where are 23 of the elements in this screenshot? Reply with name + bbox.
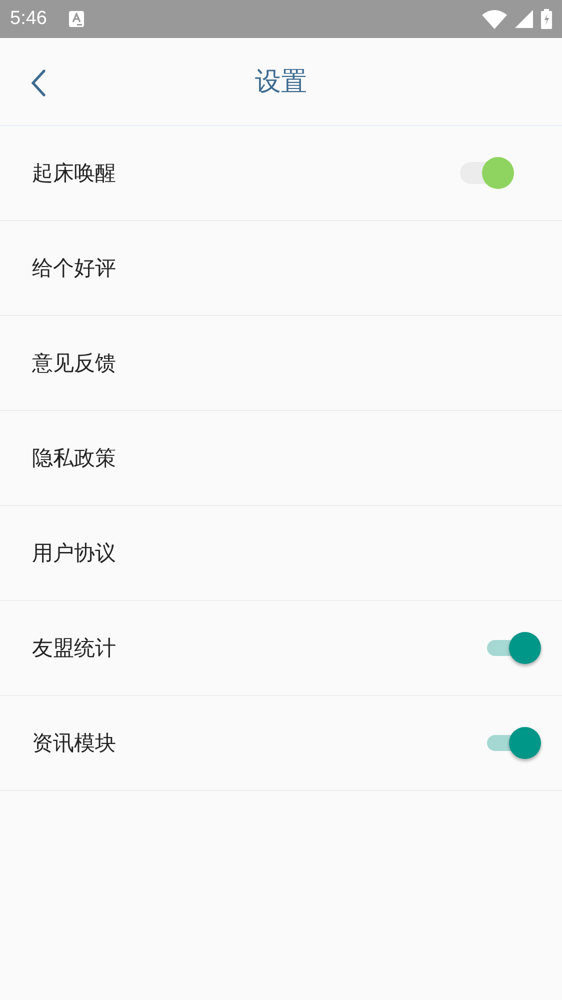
page-title: 设置 bbox=[255, 66, 307, 99]
wifi-icon bbox=[482, 10, 507, 28]
settings-row[interactable]: 意见反馈 bbox=[0, 316, 562, 411]
signal-icon bbox=[515, 10, 533, 28]
toggle-switch[interactable] bbox=[487, 631, 541, 665]
toggle-switch[interactable] bbox=[460, 156, 514, 190]
toggle-switch[interactable] bbox=[487, 726, 541, 760]
row-label: 用户协议 bbox=[32, 540, 117, 567]
row-label: 隐私政策 bbox=[32, 445, 117, 472]
clock-time: 5:46 bbox=[10, 8, 47, 30]
battery-icon bbox=[541, 9, 552, 29]
row-label: 资讯模块 bbox=[32, 730, 117, 757]
row-label: 给个好评 bbox=[32, 255, 117, 282]
settings-row[interactable]: 隐私政策 bbox=[0, 411, 562, 506]
settings-row[interactable]: 友盟统计 bbox=[0, 601, 562, 696]
row-label: 起床唤醒 bbox=[32, 160, 117, 187]
settings-row[interactable]: 给个好评 bbox=[0, 221, 562, 316]
row-label: 友盟统计 bbox=[32, 635, 117, 662]
row-label: 意见反馈 bbox=[32, 350, 117, 377]
settings-row[interactable]: 起床唤醒 bbox=[0, 126, 562, 221]
settings-row[interactable]: 资讯模块 bbox=[0, 696, 562, 791]
settings-row[interactable]: 用户协议 bbox=[0, 506, 562, 601]
keyboard-icon bbox=[68, 11, 84, 27]
